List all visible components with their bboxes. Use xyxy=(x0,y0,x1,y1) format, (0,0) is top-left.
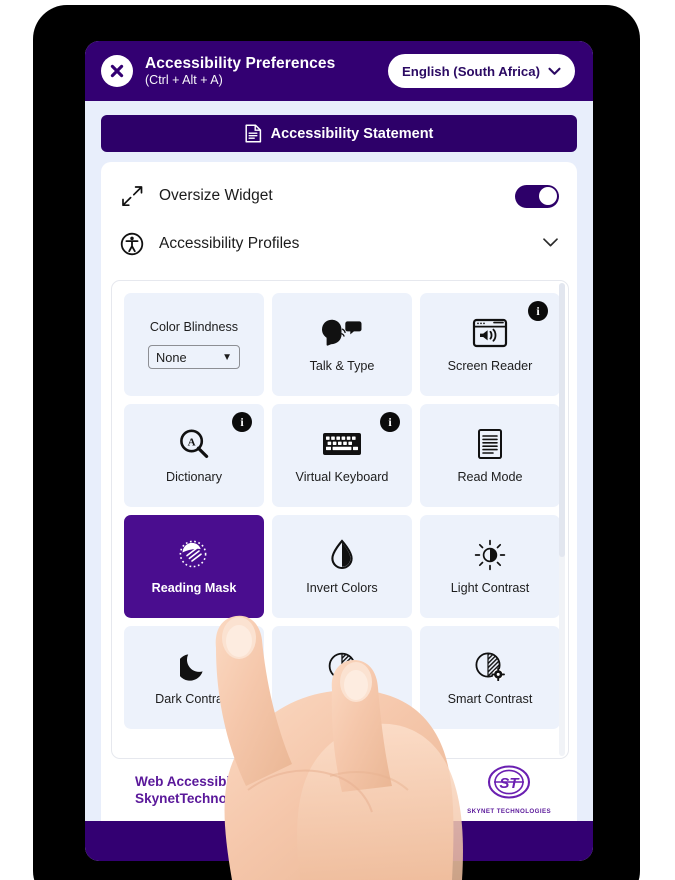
screenshot-root: Accessibility Preferences (Ctrl + Alt + … xyxy=(0,0,675,880)
light-contrast-icon xyxy=(474,538,506,572)
info-badge-icon[interactable]: i xyxy=(380,412,400,432)
resize-arrows-icon xyxy=(119,184,145,208)
footer-line-2: SkynetTechnologi xyxy=(135,791,252,806)
feature-card-screen-reader[interactable]: i Screen Reader xyxy=(420,293,560,396)
feature-card-dark-contrast[interactable]: Dark Contrast xyxy=(124,626,264,729)
statement-button-wrap: Accessibility Statement xyxy=(85,101,593,162)
feature-label: Virtual Keyboard xyxy=(295,470,389,484)
feature-label: Screen Reader xyxy=(447,359,533,373)
feature-label: Reading Mask xyxy=(151,581,237,595)
language-selector[interactable]: English (South Africa) xyxy=(388,54,575,88)
feature-grid: Color Blindness None ▼ Talk & Type i Scr… xyxy=(124,293,560,729)
feature-card-read-mode[interactable]: Read Mode xyxy=(420,404,560,507)
row-label: Accessibility Profiles xyxy=(159,235,300,252)
widget-bottom-bar xyxy=(85,821,593,861)
caret-down-icon: ▼ xyxy=(222,351,232,363)
row-accessibility-profiles[interactable]: Accessibility Profiles xyxy=(119,220,559,268)
skynet-logo[interactable]: ST SKYNET TECHNOLOGIES xyxy=(467,765,551,815)
feature-label: Contrast xyxy=(318,692,366,706)
close-icon[interactable] xyxy=(101,55,133,87)
svg-text:ST: ST xyxy=(499,775,520,792)
svg-text:A: A xyxy=(188,437,196,449)
invert-colors-icon xyxy=(329,538,355,572)
feature-grid-scrollbar[interactable] xyxy=(559,283,565,756)
contrast-icon xyxy=(327,649,357,683)
oversize-widget-toggle[interactable] xyxy=(515,184,559,208)
feature-card-color-blindness[interactable]: Color Blindness None ▼ xyxy=(124,293,264,396)
feature-card-virtual-keyboard[interactable]: i Virtual Keyboard xyxy=(272,404,412,507)
read-mode-icon xyxy=(477,427,503,461)
header-titles: Accessibility Preferences (Ctrl + Alt + … xyxy=(145,55,335,86)
feature-grid-container: Color Blindness None ▼ Talk & Type i Scr… xyxy=(111,280,569,759)
talk-and-type-icon xyxy=(321,316,363,350)
feature-label: Dictionary xyxy=(166,470,222,484)
feature-label: Invert Colors xyxy=(306,581,378,595)
feature-label: Talk & Type xyxy=(309,359,375,373)
row-label: Oversize Widget xyxy=(159,187,273,204)
accessibility-widget: Accessibility Preferences (Ctrl + Alt + … xyxy=(85,41,593,861)
skynet-logo-mark: ST xyxy=(487,765,531,799)
feature-label: Smart Contrast xyxy=(447,692,533,706)
accessibility-person-icon xyxy=(119,232,145,256)
footer-credit: Web Accessibility S SkynetTechnologi xyxy=(135,773,263,808)
feature-label: Read Mode xyxy=(457,470,523,484)
widget-header: Accessibility Preferences (Ctrl + Alt + … xyxy=(85,41,593,101)
feature-card-dictionary[interactable]: i A Dictionary xyxy=(124,404,264,507)
document-icon xyxy=(245,124,261,143)
accessibility-statement-button[interactable]: Accessibility Statement xyxy=(101,115,577,152)
widget-body: Oversize Widget Accessibility Profiles C… xyxy=(101,162,577,821)
skynet-logo-name: SKYNET TECHNOLOGIES xyxy=(467,808,551,815)
smart-contrast-icon xyxy=(474,649,506,683)
toggle-knob xyxy=(538,187,557,205)
language-label: English (South Africa) xyxy=(402,63,540,79)
feature-label: Light Contrast xyxy=(450,581,530,595)
dark-contrast-moon-icon xyxy=(180,649,208,683)
chevron-down-icon[interactable] xyxy=(542,235,559,253)
feature-label: Color Blindness xyxy=(149,320,239,334)
row-oversize-widget[interactable]: Oversize Widget xyxy=(119,172,559,220)
reading-mask-icon xyxy=(176,538,212,572)
feature-card-light-contrast[interactable]: Light Contrast xyxy=(420,515,560,618)
feature-card-smart-contrast[interactable]: Smart Contrast xyxy=(420,626,560,729)
keyboard-shortcut: (Ctrl + Alt + A) xyxy=(145,72,223,87)
page-title: Accessibility Preferences xyxy=(145,55,336,73)
keyboard-icon xyxy=(322,427,362,461)
screen-reader-icon xyxy=(472,316,508,350)
feature-label: Dark Contrast xyxy=(155,692,233,706)
color-blindness-select[interactable]: None ▼ xyxy=(148,345,240,369)
dictionary-icon: A xyxy=(178,427,210,461)
top-settings-rows: Oversize Widget Accessibility Profiles xyxy=(101,162,577,272)
footer-line-1: Web Accessibility S xyxy=(135,773,263,789)
accessibility-statement-label: Accessibility Statement xyxy=(270,125,434,142)
select-value: None xyxy=(156,349,187,365)
feature-card-talk-and-type[interactable]: Talk & Type xyxy=(272,293,412,396)
info-badge-icon[interactable]: i xyxy=(528,301,548,321)
scrollbar-thumb[interactable] xyxy=(559,283,565,558)
info-badge-icon[interactable]: i xyxy=(232,412,252,432)
chevron-down-icon xyxy=(548,67,561,75)
feature-card-invert-colors[interactable]: Invert Colors xyxy=(272,515,412,618)
feature-card-reading-mask[interactable]: Reading Mask xyxy=(124,515,264,618)
widget-footer: Web Accessibility S SkynetTechnologi ST … xyxy=(117,759,561,821)
feature-card-contrast[interactable]: Contrast xyxy=(272,626,412,729)
